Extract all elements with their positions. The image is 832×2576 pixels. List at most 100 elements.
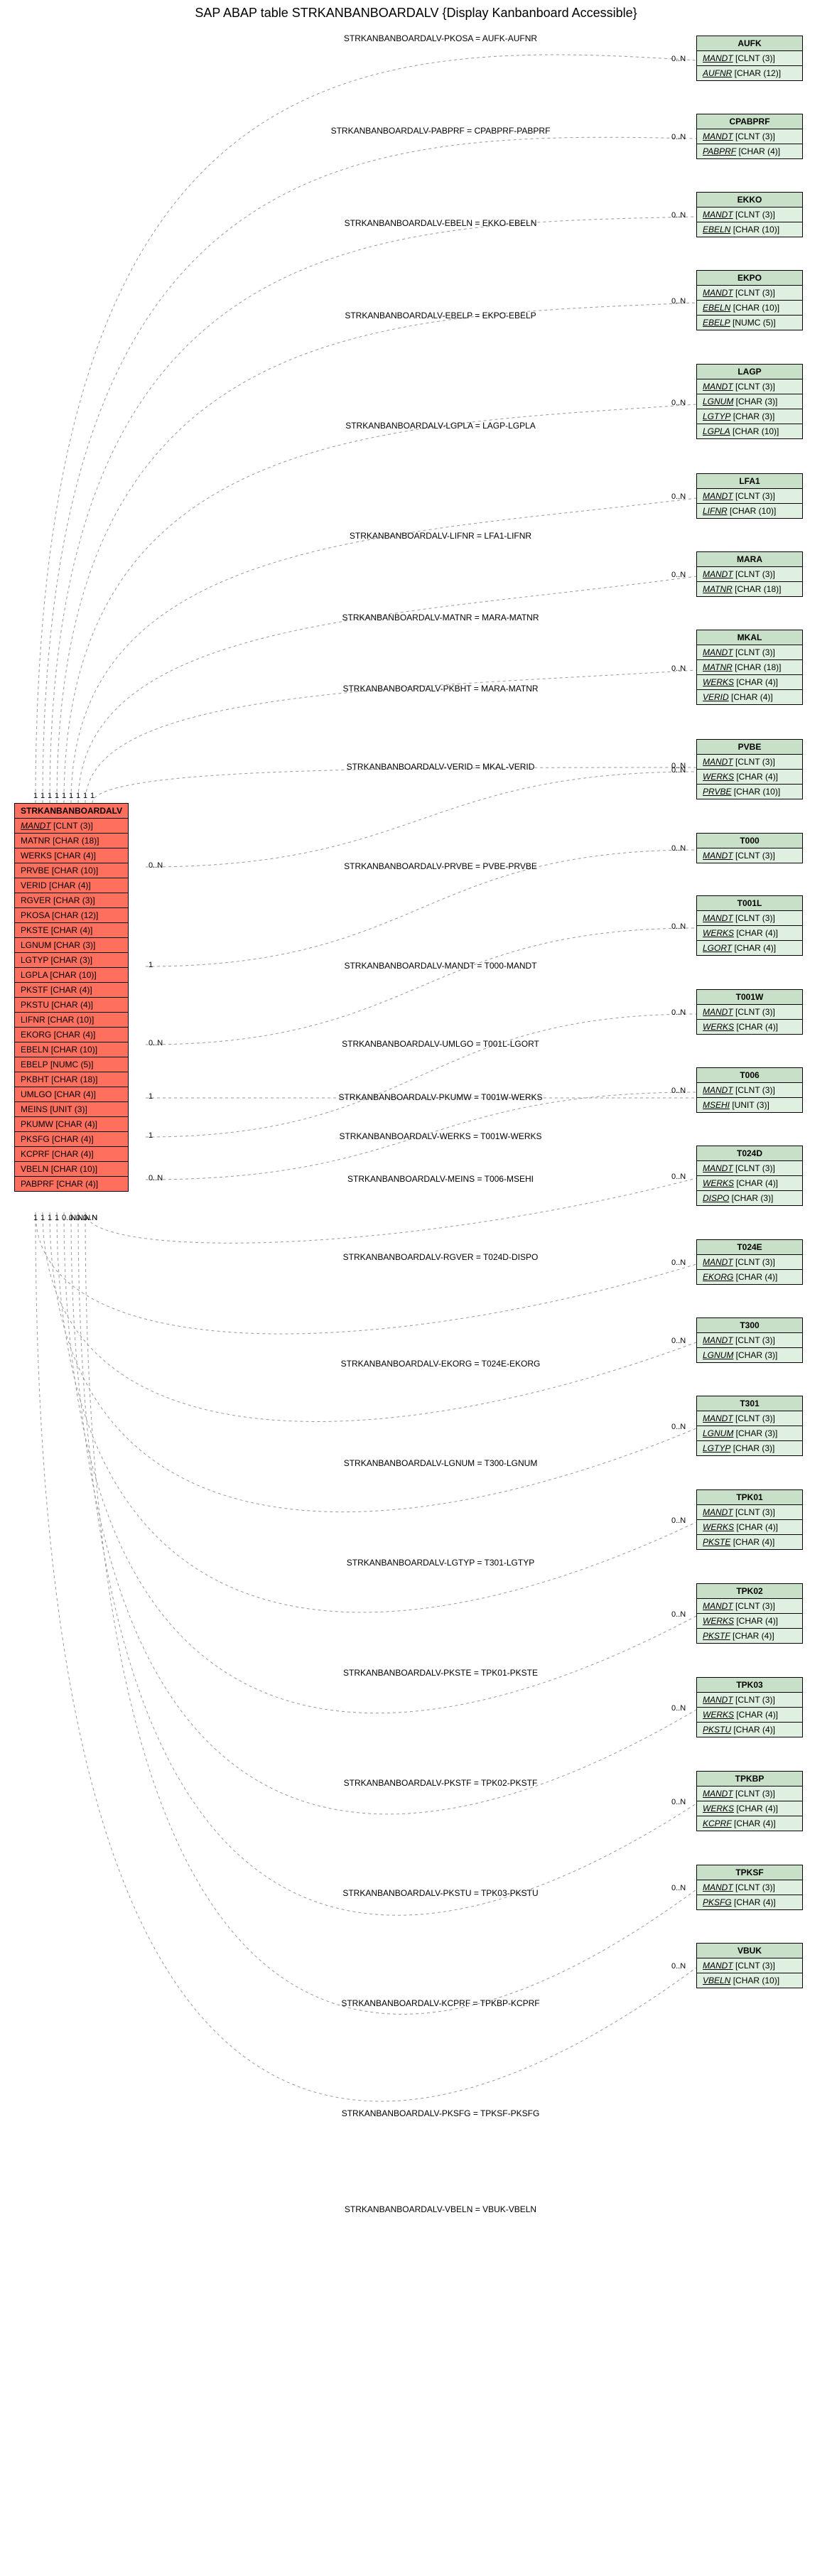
field-cell: LGTYP [CHAR (3)] xyxy=(697,409,803,424)
field-cell: PKSTU [CHAR (4)] xyxy=(15,998,129,1013)
field-cell: MANDT [CLNT (3)] xyxy=(697,1005,803,1020)
field-cell: MANDT [CLNT (3)] xyxy=(697,645,803,660)
cardinality-right: 0..N xyxy=(671,1962,686,1971)
cardinality-right: 0..N xyxy=(671,922,686,931)
ref-table-name: T001W xyxy=(697,990,803,1005)
ref-table-name: T006 xyxy=(697,1068,803,1083)
field-cell: WERKS [CHAR (4)] xyxy=(697,1176,803,1191)
field-cell: PRVBE [CHAR (10)] xyxy=(697,785,803,799)
field-cell: PKSTE [CHAR (4)] xyxy=(697,1535,803,1550)
field-cell: VERID [CHAR (4)] xyxy=(697,690,803,705)
field-cell: PKSTU [CHAR (4)] xyxy=(697,1723,803,1737)
ref-table: T300MANDT [CLNT (3)]LGNUM [CHAR (3)] xyxy=(696,1317,803,1363)
ref-table-name: MKAL xyxy=(697,630,803,645)
join-label: STRKANBANBOARDALV-PKSTE = TPK01-PKSTE xyxy=(263,1668,618,1678)
field-cell: MANDT [CLNT (3)] xyxy=(697,1693,803,1708)
field-cell: WERKS [CHAR (4)] xyxy=(697,926,803,941)
cardinality-left: 1 xyxy=(48,792,52,800)
ref-table-name: TPK02 xyxy=(697,1584,803,1599)
field-cell: PKSTF [CHAR (4)] xyxy=(15,983,129,998)
field-cell: WERKS [CHAR (4)] xyxy=(697,1020,803,1035)
join-label: STRKANBANBOARDALV-WERKS = T001W-WERKS xyxy=(263,1131,618,1141)
field-cell: KCPRF [CHAR (4)] xyxy=(697,1816,803,1831)
cardinality-left: 0..N xyxy=(148,1174,163,1182)
main-table-name: STRKANBANBOARDALV xyxy=(15,804,129,819)
field-cell: PKBHT [CHAR (18)] xyxy=(15,1072,129,1087)
ref-table-name: TPK01 xyxy=(697,1490,803,1505)
join-label: STRKANBANBOARDALV-PABPRF = CPABPRF-PABPR… xyxy=(263,126,618,136)
field-cell: PKSFG [CHAR (4)] xyxy=(15,1132,129,1147)
join-label: STRKANBANBOARDALV-KCPRF = TPKBP-KCPRF xyxy=(263,1998,618,2008)
title-main: STRKANBANBOARDALV {Display Kanbanboard A… xyxy=(292,6,637,20)
ref-table-name: T024E xyxy=(697,1240,803,1255)
cardinality-left: 0..N xyxy=(148,1039,163,1047)
field-cell: WERKS [CHAR (4)] xyxy=(697,675,803,690)
field-cell: KCPRF [CHAR (4)] xyxy=(15,1147,129,1162)
main-table: STRKANBANBOARDALVMANDT [CLNT (3)]MATNR [… xyxy=(14,803,129,1192)
field-cell: WERKS [CHAR (4)] xyxy=(15,848,129,863)
field-cell: LGNUM [CHAR (3)] xyxy=(15,938,129,953)
field-cell: DISPO [CHAR (3)] xyxy=(697,1191,803,1206)
page-title: SAP ABAP table STRKANBANBOARDALV {Displa… xyxy=(0,6,832,21)
ref-table-name: VBUK xyxy=(697,1944,803,1958)
join-label: STRKANBANBOARDALV-PKBHT = MARA-MATNR xyxy=(263,684,618,694)
cardinality-right: 0..N xyxy=(671,1337,686,1345)
field-cell: PABPRF [CHAR (4)] xyxy=(15,1177,129,1192)
cardinality-right: 0..N xyxy=(671,1087,686,1095)
field-cell: EBELP [NUMC (5)] xyxy=(15,1057,129,1072)
join-label: STRKANBANBOARDALV-PRVBE = PVBE-PRVBE xyxy=(263,861,618,871)
field-cell: MANDT [CLNT (3)] xyxy=(697,1333,803,1348)
field-cell: WERKS [CHAR (4)] xyxy=(697,1614,803,1629)
ref-table-name: T300 xyxy=(697,1318,803,1333)
field-cell: MANDT [CLNT (3)] xyxy=(697,208,803,222)
cardinality-left: 1 xyxy=(76,792,80,800)
field-cell: EBELN [CHAR (10)] xyxy=(697,301,803,316)
field-cell: EKORG [CHAR (4)] xyxy=(15,1028,129,1042)
cardinality-right: 0..N xyxy=(671,1516,686,1525)
ref-table: PVBEMANDT [CLNT (3)]WERKS [CHAR (4)]PRVB… xyxy=(696,739,803,799)
join-label: STRKANBANBOARDALV-EKORG = T024E-EKORG xyxy=(263,1359,618,1369)
ref-table-name: T024D xyxy=(697,1146,803,1161)
ref-table-name: PVBE xyxy=(697,740,803,755)
ref-table: TPKSFMANDT [CLNT (3)]PKSFG [CHAR (4)] xyxy=(696,1865,803,1910)
field-cell: RGVER [CHAR (3)] xyxy=(15,893,129,908)
join-label: STRKANBANBOARDALV-LGPLA = LAGP-LGPLA xyxy=(263,421,618,431)
ref-table: EKKOMANDT [CLNT (3)]EBELN [CHAR (10)] xyxy=(696,192,803,237)
field-cell: WERKS [CHAR (4)] xyxy=(697,770,803,785)
join-label: STRKANBANBOARDALV-PKSFG = TPKSF-PKSFG xyxy=(263,2108,618,2118)
field-cell: EKORG [CHAR (4)] xyxy=(697,1270,803,1285)
ref-table-name: AUFK xyxy=(697,36,803,51)
field-cell: EBELN [CHAR (10)] xyxy=(15,1042,129,1057)
cardinality-left: 1 xyxy=(40,792,45,800)
cardinality-right: 0..N xyxy=(671,1610,686,1619)
ref-table: TPKBPMANDT [CLNT (3)]WERKS [CHAR (4)]KCP… xyxy=(696,1771,803,1831)
ref-table-name: TPKBP xyxy=(697,1772,803,1787)
field-cell: VERID [CHAR (4)] xyxy=(15,878,129,893)
field-cell: MATNR [CHAR (18)] xyxy=(697,582,803,597)
ref-table: TPK02MANDT [CLNT (3)]WERKS [CHAR (4)]PKS… xyxy=(696,1583,803,1644)
ref-table: TPK03MANDT [CLNT (3)]WERKS [CHAR (4)]PKS… xyxy=(696,1677,803,1737)
title-prefix: SAP ABAP table xyxy=(195,6,291,20)
join-label: STRKANBANBOARDALV-PKUMW = T001W-WERKS xyxy=(263,1092,618,1102)
join-label: STRKANBANBOARDALV-LIFNR = LFA1-LIFNR xyxy=(263,531,618,541)
field-cell: PKSFG [CHAR (4)] xyxy=(697,1895,803,1910)
ref-table-name: LFA1 xyxy=(697,474,803,489)
field-cell: MANDT [CLNT (3)] xyxy=(697,51,803,66)
join-label: STRKANBANBOARDALV-PKSTF = TPK02-PKSTF xyxy=(263,1778,618,1788)
join-label: STRKANBANBOARDALV-VERID = MKAL-VERID xyxy=(263,762,618,772)
field-cell: MANDT [CLNT (3)] xyxy=(697,1787,803,1801)
ref-table-name: EKKO xyxy=(697,193,803,208)
field-cell: MANDT [CLNT (3)] xyxy=(697,1880,803,1895)
ref-table-name: T001L xyxy=(697,896,803,911)
field-cell: MANDT [CLNT (3)] xyxy=(697,911,803,926)
ref-table: LAGPMANDT [CLNT (3)]LGNUM [CHAR (3)]LGTY… xyxy=(696,364,803,439)
ref-table-name: T000 xyxy=(697,834,803,848)
ref-table: MARAMANDT [CLNT (3)]MATNR [CHAR (18)] xyxy=(696,551,803,597)
join-label: STRKANBANBOARDALV-LGTYP = T301-LGTYP xyxy=(263,1558,618,1568)
field-cell: LGNUM [CHAR (3)] xyxy=(697,1426,803,1441)
ref-table-name: CPABPRF xyxy=(697,114,803,129)
cardinality-right: 0..N xyxy=(671,664,686,673)
cardinality-left: 0..N xyxy=(83,1214,97,1222)
ref-table-name: TPK03 xyxy=(697,1678,803,1693)
ref-table: T301MANDT [CLNT (3)]LGNUM [CHAR (3)]LGTY… xyxy=(696,1396,803,1456)
